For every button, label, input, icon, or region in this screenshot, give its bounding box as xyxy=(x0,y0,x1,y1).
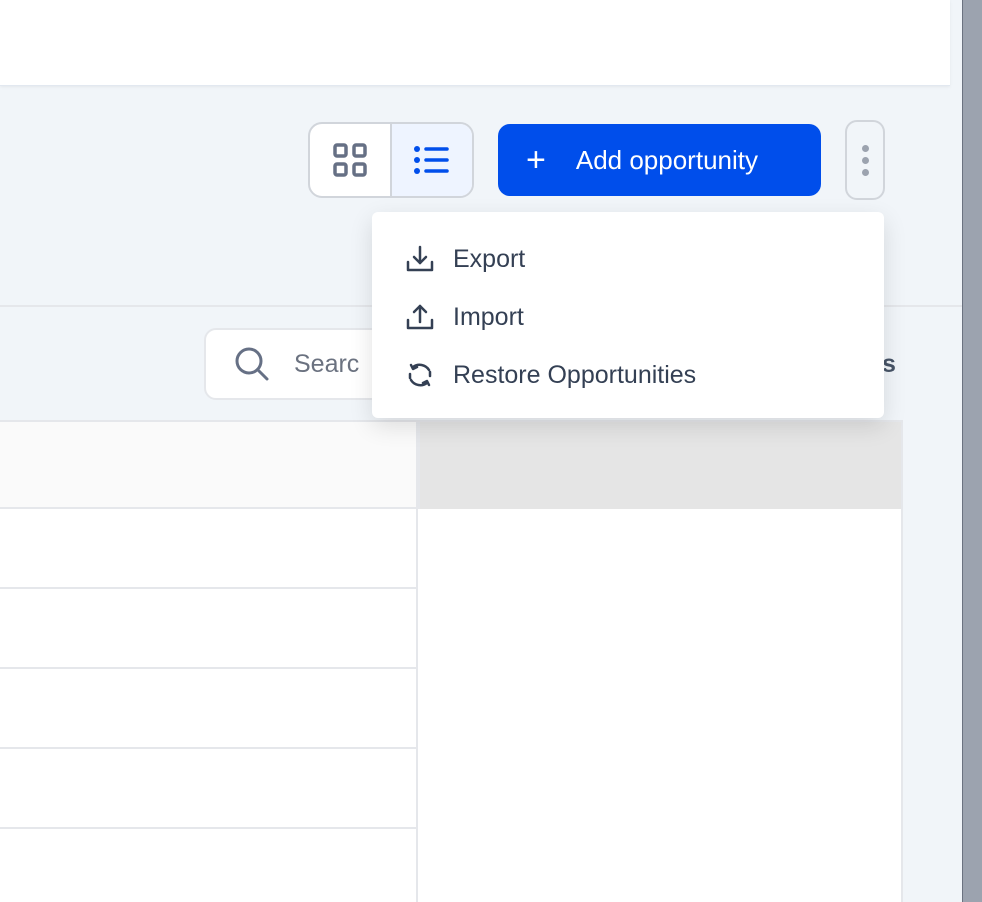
grid-view-button[interactable] xyxy=(310,124,390,196)
download-icon xyxy=(406,245,434,272)
search-icon xyxy=(235,347,269,381)
plus-icon: + xyxy=(526,140,546,179)
more-options-menu: Export Import Restore Opportunities xyxy=(372,212,884,418)
grid-icon xyxy=(333,143,367,177)
menu-item-label: Import xyxy=(453,302,524,331)
more-options-button[interactable] xyxy=(845,120,885,200)
table-row xyxy=(0,747,418,749)
menu-item-label: Restore Opportunities xyxy=(453,360,697,389)
table-row xyxy=(0,587,418,589)
upload-icon xyxy=(406,304,434,330)
table-header-action xyxy=(418,422,901,509)
table-header xyxy=(0,422,418,509)
table-row xyxy=(0,827,418,829)
menu-item-label: Export xyxy=(453,244,526,273)
table-row xyxy=(0,667,418,669)
scrollbar[interactable] xyxy=(962,0,982,902)
refresh-icon xyxy=(408,363,432,387)
opportunities-table xyxy=(0,420,903,902)
view-toggle xyxy=(308,122,474,198)
list-view-button[interactable] xyxy=(390,124,472,196)
top-card xyxy=(0,0,950,86)
add-opportunity-label: Add opportunity xyxy=(575,144,758,175)
search-placeholder: Searc xyxy=(294,349,360,378)
menu-item-export[interactable]: Export xyxy=(372,230,884,288)
vertical-dots-icon xyxy=(861,144,869,152)
menu-item-restore-opportunities[interactable]: Restore Opportunities xyxy=(372,346,884,404)
menu-item-import[interactable]: Import xyxy=(372,288,884,346)
add-opportunity-button[interactable]: + Add opportunity xyxy=(498,124,821,196)
list-icon xyxy=(414,146,449,174)
toolbar-partial-text[interactable]: s xyxy=(882,350,896,379)
